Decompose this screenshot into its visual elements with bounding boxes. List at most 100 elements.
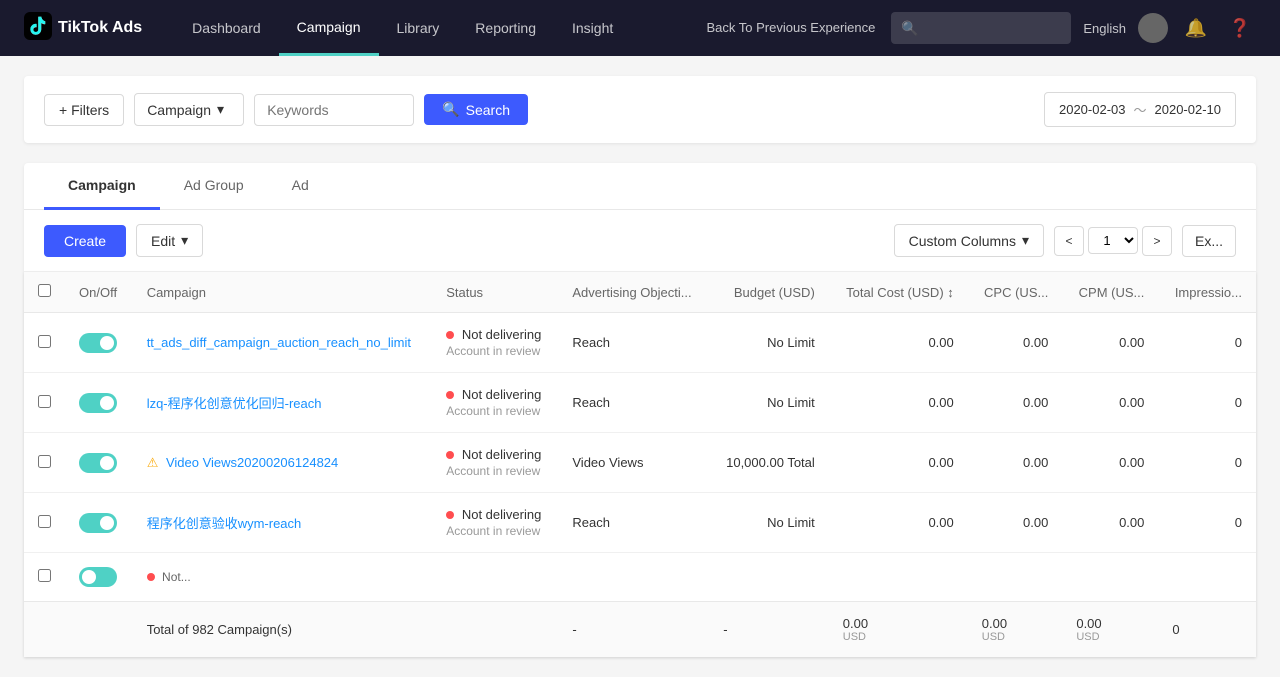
select-all-checkbox[interactable]: [38, 284, 51, 297]
edit-label: Edit: [151, 233, 175, 249]
row-checkbox-0[interactable]: [24, 313, 65, 373]
table-row: Not...: [24, 553, 1256, 602]
campaign-link-3[interactable]: 程序化创意验收wym-reach: [147, 516, 302, 531]
export-button[interactable]: Ex...: [1182, 225, 1236, 257]
custom-columns-label: Custom Columns: [909, 233, 1016, 249]
header-select-all[interactable]: [24, 272, 65, 313]
custom-columns-chevron-icon: ▾: [1022, 232, 1029, 249]
row-select-2[interactable]: [38, 455, 51, 468]
search-icon: 🔍: [442, 101, 459, 118]
nav-dashboard[interactable]: Dashboard: [174, 0, 279, 56]
row-objective-0: Reach: [558, 313, 709, 373]
status-sub-3: Account in review: [446, 524, 544, 538]
row-toggle-2[interactable]: [65, 433, 133, 493]
header-cpc[interactable]: CPC (US...: [968, 272, 1063, 313]
header-status: Status: [432, 272, 558, 313]
row-checkbox-3[interactable]: [24, 493, 65, 553]
status-sub-0: Account in review: [446, 344, 544, 358]
row-cpc-1: 0.00: [968, 373, 1063, 433]
nav-right-controls: 🔍 English 🔔 ❓: [891, 12, 1256, 44]
row-total-cost-0: 0.00: [829, 313, 968, 373]
row-budget-0: No Limit: [709, 313, 829, 373]
edit-button[interactable]: Edit ▾: [136, 224, 203, 257]
footer-cpm: 0.00 USD: [1062, 602, 1158, 658]
status-dot-2: [446, 451, 454, 459]
header-cpm[interactable]: CPM (US...: [1062, 272, 1158, 313]
header-budget: Budget (USD): [709, 272, 829, 313]
row-impressions-2: 0: [1158, 433, 1256, 493]
row-toggle-3[interactable]: [65, 493, 133, 553]
row-select-1[interactable]: [38, 395, 51, 408]
campaign-link-1[interactable]: lzq-程序化创意优化回归-reach: [147, 396, 322, 411]
page-prev-button[interactable]: <: [1054, 226, 1084, 256]
top-navigation: TikTok Ads Dashboard Campaign Library Re…: [0, 0, 1280, 56]
toggle-3[interactable]: [79, 513, 117, 533]
footer-impressions: 0: [1158, 602, 1256, 658]
nav-library[interactable]: Library: [379, 0, 458, 56]
campaigns-table-wrap: On/Off Campaign Status Advertising Objec…: [24, 272, 1256, 657]
warning-icon: ⚠: [147, 455, 159, 470]
language-selector[interactable]: English: [1083, 21, 1126, 36]
row-cpm-3: 0.00: [1062, 493, 1158, 553]
row-campaign-name-3: 程序化创意验收wym-reach: [133, 493, 433, 553]
create-button[interactable]: Create: [44, 225, 126, 257]
nav-search-icon: 🔍: [901, 20, 918, 37]
row-status-text-1: Not delivering: [446, 387, 544, 402]
footer-total-cost: 0.00 USD: [829, 602, 968, 658]
row-status-text-3: Not delivering: [446, 507, 544, 522]
header-impressions[interactable]: Impressio...: [1158, 272, 1256, 313]
tab-campaign[interactable]: Campaign: [44, 163, 160, 210]
row-impressions-3: 0: [1158, 493, 1256, 553]
custom-columns-button[interactable]: Custom Columns ▾: [894, 224, 1044, 257]
row-select-4[interactable]: [38, 569, 51, 582]
page-next-button[interactable]: >: [1142, 226, 1172, 256]
type-dropdown[interactable]: Campaign ▾: [134, 93, 244, 126]
row-status-text-0: Not delivering: [446, 327, 544, 342]
toggle-2[interactable]: [79, 453, 117, 473]
keywords-input[interactable]: [254, 94, 414, 126]
toggle-slider-1: [79, 393, 117, 413]
nav-reporting[interactable]: Reporting: [457, 0, 554, 56]
page-number-select[interactable]: 1: [1088, 227, 1138, 254]
help-button[interactable]: ❓: [1224, 12, 1256, 44]
search-label: Search: [466, 102, 510, 118]
row-cpc-0: 0.00: [968, 313, 1063, 373]
nav-search-box[interactable]: 🔍: [891, 12, 1071, 44]
date-separator: ～: [1133, 100, 1146, 119]
date-range-picker[interactable]: 2020-02-03 ～ 2020-02-10: [1044, 92, 1236, 127]
tab-ad[interactable]: Ad: [268, 163, 333, 210]
row-select-0[interactable]: [38, 335, 51, 348]
row-toggle-1[interactable]: [65, 373, 133, 433]
toggle-1[interactable]: [79, 393, 117, 413]
nav-campaign[interactable]: Campaign: [279, 0, 379, 56]
app-logo: TikTok Ads: [24, 12, 142, 45]
logo-text: TikTok Ads: [58, 19, 142, 37]
tab-adgroup[interactable]: Ad Group: [160, 163, 268, 210]
header-onoff: On/Off: [65, 272, 133, 313]
logo-icon: [24, 12, 52, 45]
search-button[interactable]: 🔍 Search: [424, 94, 528, 125]
notifications-button[interactable]: 🔔: [1180, 12, 1212, 44]
row-campaign-name-2: ⚠ Video Views20200206124824: [133, 433, 433, 493]
table-row: 程序化创意验收wym-reach Not delivering Account …: [24, 493, 1256, 553]
user-avatar[interactable]: [1138, 13, 1168, 43]
campaign-link-2[interactable]: Video Views20200206124824: [166, 455, 338, 470]
campaign-link-0[interactable]: tt_ads_diff_campaign_auction_reach_no_li…: [147, 335, 411, 350]
status-dot-4: [147, 573, 155, 581]
row-select-3[interactable]: [38, 515, 51, 528]
nav-insight[interactable]: Insight: [554, 0, 631, 56]
toggle-4[interactable]: [79, 567, 117, 587]
filters-button[interactable]: + Filters: [44, 94, 124, 126]
toggle-slider-4: [79, 567, 117, 587]
row-checkbox-2[interactable]: [24, 433, 65, 493]
back-to-previous[interactable]: Back To Previous Experience: [691, 20, 892, 37]
row-checkbox-4[interactable]: [24, 553, 65, 602]
table-row: lzq-程序化创意优化回归-reach Not delivering Accou…: [24, 373, 1256, 433]
row-toggle-0[interactable]: [65, 313, 133, 373]
date-to: 2020-02-10: [1155, 102, 1222, 117]
header-total-cost[interactable]: Total Cost (USD) ↕: [829, 272, 968, 313]
header-campaign[interactable]: Campaign: [133, 272, 433, 313]
toggle-0[interactable]: [79, 333, 117, 353]
row-toggle-4[interactable]: [65, 553, 133, 602]
row-checkbox-1[interactable]: [24, 373, 65, 433]
